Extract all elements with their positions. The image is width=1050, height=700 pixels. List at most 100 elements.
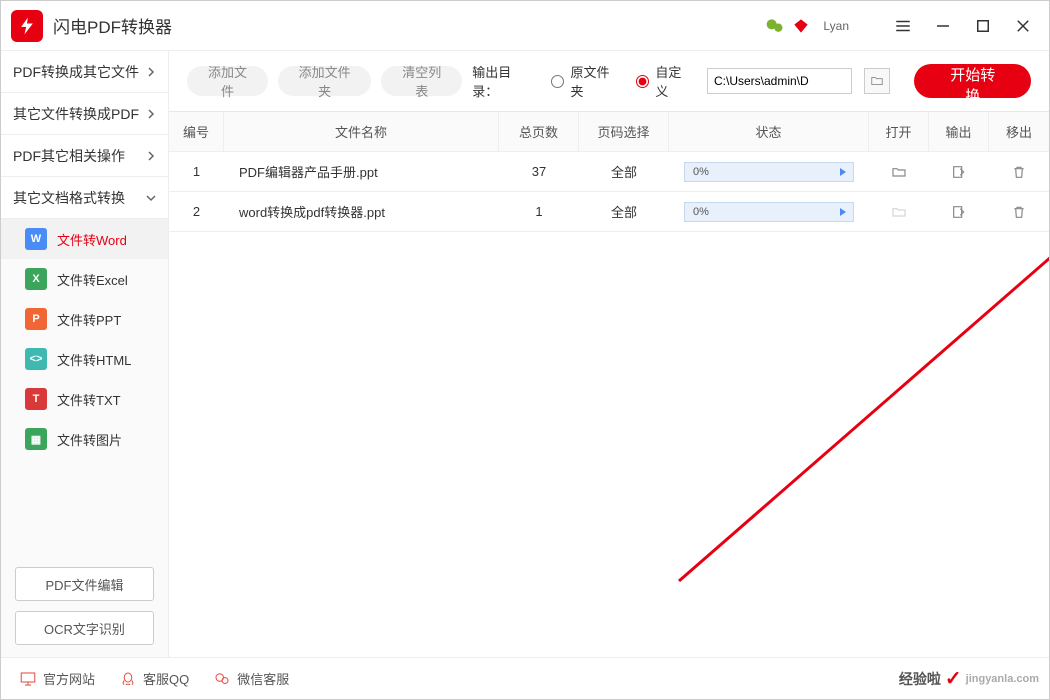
cell-page-select[interactable]: 全部 [579,192,669,231]
wechat-icon[interactable] [765,16,785,36]
wechat-support-link[interactable]: 微信客服 [213,669,289,688]
col-remove: 移出 [989,112,1049,151]
footer: 官方网站 客服QQ 微信客服 [1,657,1049,699]
vip-icon[interactable] [793,18,809,34]
sidebar-item-label: 文件转TXT [57,390,121,409]
image-icon: ▦ [25,428,47,450]
maximize-button[interactable] [967,10,999,42]
sidebar-item-to-ppt[interactable]: P 文件转PPT [1,299,168,339]
col-pages: 总页数 [499,112,579,151]
col-output: 输出 [929,112,989,151]
pdf-edit-button[interactable]: PDF文件编辑 [15,567,154,601]
sidebar-cat-pdf-ops[interactable]: PDF其它相关操作 [1,135,168,177]
cell-filename: word转换成pdf转换器.ppt [224,192,499,231]
watermark: 经验啦 ✓ jingyanla.com [899,666,1039,691]
ocr-button[interactable]: OCR文字识别 [15,611,154,645]
word-icon: W [25,228,47,250]
cell-filename: PDF编辑器产品手册.ppt [224,152,499,191]
main-area: PDF转换成其它文件 其它文件转换成PDF PDF其它相关操作 其它文档格式转换… [1,51,1049,657]
progress-bar[interactable]: 0% [684,162,854,182]
content-area: 添加文件 添加文件夹 清空列表 输出目录： 原文件夹 自定义 开始转换 编号 文… [169,51,1049,657]
wechat-icon [213,670,231,688]
app-window: 闪电PDF转换器 Lyan PDF转换成其它文件 其它文件转换成PDF PDF其… [0,0,1050,700]
footer-link-label: 微信客服 [237,669,289,688]
table-row: 1 PDF编辑器产品手册.ppt 37 全部 0% [169,152,1049,192]
cell-status: 0% [669,152,869,191]
sidebar-item-label: 文件转Word [57,230,127,249]
cell-page-select[interactable]: 全部 [579,152,669,191]
sidebar-item-label: 文件转Excel [57,270,128,289]
radio-custom-folder[interactable]: 自定义 [636,62,691,100]
col-name: 文件名称 [224,112,499,151]
monitor-icon [19,670,37,688]
col-page-select: 页码选择 [579,112,669,151]
sidebar-cat-other-to-pdf[interactable]: 其它文件转换成PDF [1,93,168,135]
app-title: 闪电PDF转换器 [53,13,172,38]
folder-icon [869,74,885,88]
minimize-button[interactable] [927,10,959,42]
cell-pages: 37 [499,152,579,191]
col-open: 打开 [869,112,929,151]
delete-icon[interactable] [1009,162,1029,182]
sidebar-item-label: 文件转图片 [57,430,122,449]
lightning-icon [17,16,37,36]
col-id: 编号 [169,112,224,151]
radio-original-folder[interactable]: 原文件夹 [551,62,618,100]
txt-icon: T [25,388,47,410]
sidebar-item-label: 文件转PPT [57,310,121,329]
cell-pages: 1 [499,192,579,231]
cell-id: 1 [169,152,224,191]
play-icon[interactable] [833,162,853,182]
ppt-icon: P [25,308,47,330]
open-folder-icon [889,202,909,222]
excel-icon: X [25,268,47,290]
col-status: 状态 [669,112,869,151]
sidebar-item-to-word[interactable]: W 文件转Word [1,219,168,259]
title-bar: 闪电PDF转换器 Lyan [1,1,1049,51]
file-table: 编号 文件名称 总页数 页码选择 状态 打开 输出 移出 1 PDF编辑器产品手… [169,111,1049,232]
official-site-link[interactable]: 官方网站 [19,669,95,688]
add-folder-button[interactable]: 添加文件夹 [278,66,371,96]
export-icon[interactable] [949,202,969,222]
html-icon: <> [25,348,47,370]
chevron-right-icon [146,109,156,119]
table-header: 编号 文件名称 总页数 页码选择 状态 打开 输出 移出 [169,112,1049,152]
sidebar-item-to-html[interactable]: <> 文件转HTML [1,339,168,379]
sidebar: PDF转换成其它文件 其它文件转换成PDF PDF其它相关操作 其它文档格式转换… [1,51,169,657]
close-button[interactable] [1007,10,1039,42]
sidebar-cat-other-formats[interactable]: 其它文档格式转换 [1,177,168,219]
add-file-button[interactable]: 添加文件 [187,66,268,96]
cell-id: 2 [169,192,224,231]
sidebar-item-to-txt[interactable]: T 文件转TXT [1,379,168,419]
sidebar-cat-label: 其它文件转换成PDF [13,104,139,124]
sidebar-item-label: 文件转HTML [57,350,131,369]
sidebar-item-to-image[interactable]: ▦ 文件转图片 [1,419,168,459]
clear-list-button[interactable]: 清空列表 [381,66,462,96]
open-folder-icon[interactable] [889,162,909,182]
user-name[interactable]: Lyan [823,19,849,33]
title-actions: Lyan [765,10,1039,42]
progress-bar[interactable]: 0% [684,202,854,222]
browse-folder-button[interactable] [864,68,890,94]
menu-button[interactable] [887,10,919,42]
start-convert-button[interactable]: 开始转换 [914,64,1031,98]
table-row: 2 word转换成pdf转换器.ppt 1 全部 0% [169,192,1049,232]
check-icon: ✓ [945,666,962,691]
sidebar-bottom: PDF文件编辑 OCR文字识别 [1,555,168,657]
output-path-input[interactable] [707,68,852,94]
play-icon[interactable] [833,202,853,222]
chevron-right-icon [146,151,156,161]
export-icon[interactable] [949,162,969,182]
progress-text: 0% [693,166,709,178]
qq-icon [119,670,137,688]
chevron-down-icon [146,193,156,203]
qq-support-link[interactable]: 客服QQ [119,669,189,688]
sidebar-cat-pdf-to-other[interactable]: PDF转换成其它文件 [1,51,168,93]
sidebar-item-to-excel[interactable]: X 文件转Excel [1,259,168,299]
footer-link-label: 官方网站 [43,669,95,688]
delete-icon[interactable] [1009,202,1029,222]
app-logo [11,10,43,42]
cell-status: 0% [669,192,869,231]
sidebar-cat-label: PDF转换成其它文件 [13,62,139,82]
footer-link-label: 客服QQ [143,669,189,688]
